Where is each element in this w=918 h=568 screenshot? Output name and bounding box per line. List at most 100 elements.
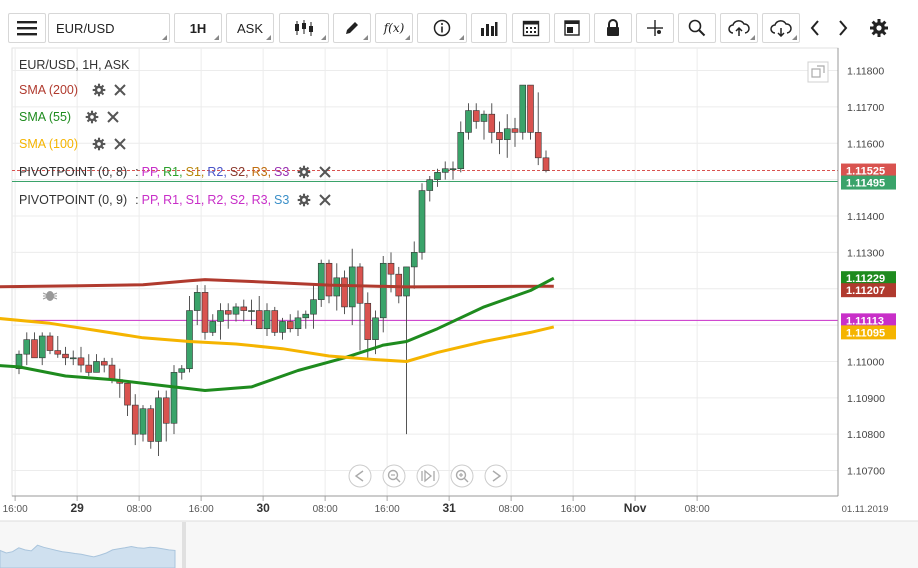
candle bbox=[85, 354, 93, 376]
expand-icon[interactable] bbox=[807, 61, 829, 83]
template-button[interactable] bbox=[554, 13, 590, 43]
zoom-out-button[interactable] bbox=[382, 464, 406, 488]
price-badge-label: 1.11207 bbox=[846, 285, 885, 297]
candle-body bbox=[457, 132, 465, 170]
candle-body bbox=[364, 302, 372, 340]
volume-button[interactable] bbox=[471, 13, 507, 43]
sma-100-label[interactable]: SMA (100) bbox=[19, 137, 78, 151]
candle bbox=[542, 150, 550, 173]
pivot-level-label: R1, bbox=[163, 193, 183, 207]
price-badge: 1.11525 bbox=[841, 163, 896, 178]
y-tick-label: 1.11600 bbox=[847, 138, 884, 150]
candle bbox=[279, 317, 286, 340]
scroll-left-button[interactable] bbox=[802, 13, 828, 43]
candle-body bbox=[240, 306, 248, 311]
candlestick-icon bbox=[295, 20, 313, 36]
pivot-level-label: S3 bbox=[274, 193, 290, 207]
candle bbox=[511, 117, 519, 147]
pivot-9-settings-gear-icon[interactable] bbox=[297, 193, 311, 207]
crosshair-button[interactable] bbox=[636, 13, 674, 43]
candle bbox=[248, 299, 255, 326]
chevron-left-icon bbox=[810, 20, 819, 36]
sma-100-remove-close-icon[interactable] bbox=[114, 138, 126, 150]
interval-selector[interactable]: 1H bbox=[174, 13, 222, 43]
sma-200-settings-gear-icon[interactable] bbox=[92, 83, 106, 97]
pivot-8-settings-gear-icon[interactable] bbox=[297, 165, 311, 179]
zoom-in-button[interactable] bbox=[450, 464, 474, 488]
candle-body bbox=[255, 310, 263, 330]
pivot-level-label: R1, bbox=[163, 165, 183, 179]
bug-icon[interactable] bbox=[42, 291, 58, 301]
sma-55-label[interactable]: SMA (55) bbox=[19, 110, 71, 124]
settings-button[interactable] bbox=[864, 13, 894, 43]
drawing-tools-button[interactable] bbox=[333, 13, 371, 43]
candle bbox=[240, 299, 248, 322]
template-icon bbox=[564, 20, 580, 36]
candle-body bbox=[279, 321, 286, 333]
y-tick-label: 1.11700 bbox=[847, 102, 884, 114]
y-tick-label: 1.11000 bbox=[847, 356, 884, 368]
pivot-9-label[interactable]: PIVOTPOINT (0, 9) bbox=[19, 193, 127, 207]
price-chart[interactable]: 1.107001.108001.109001.110001.111001.112… bbox=[0, 44, 918, 568]
x-tick-label: 16:00 bbox=[3, 504, 28, 515]
sma-200-remove-close-icon[interactable] bbox=[114, 84, 126, 96]
candle bbox=[178, 365, 186, 380]
sma-200-label[interactable]: SMA (200) bbox=[19, 83, 78, 97]
sma-lines bbox=[0, 276, 555, 392]
pivot-9-remove-close-icon[interactable] bbox=[319, 194, 332, 206]
cloud-upload-button[interactable] bbox=[720, 13, 758, 43]
price-side-selector[interactable]: ASK bbox=[226, 13, 274, 43]
zoom-button[interactable] bbox=[678, 13, 716, 43]
price-badge: 1.11095 bbox=[841, 325, 896, 340]
candle bbox=[263, 303, 271, 336]
sma-100-settings-gear-icon[interactable] bbox=[92, 137, 106, 151]
candle-body bbox=[441, 168, 449, 173]
price-badge: 1.11495 bbox=[841, 175, 896, 190]
calendar-button[interactable] bbox=[512, 13, 550, 43]
dropdown-corner-icon bbox=[214, 35, 219, 40]
candle-body bbox=[395, 273, 403, 297]
chart-area[interactable]: 1.107001.108001.109001.110001.111001.112… bbox=[0, 44, 918, 568]
reset-view-button[interactable] bbox=[416, 464, 440, 488]
candle-body bbox=[426, 179, 434, 191]
scroll-right-button[interactable] bbox=[830, 13, 856, 43]
pivot-level-label: R3, bbox=[251, 165, 272, 179]
candle bbox=[217, 303, 224, 340]
navigator[interactable] bbox=[0, 520, 918, 568]
sma-55-remove-close-icon[interactable] bbox=[107, 111, 119, 123]
candle-body bbox=[263, 310, 271, 330]
x-tick-label: 08:00 bbox=[127, 504, 152, 515]
info-button[interactable] bbox=[417, 13, 467, 43]
candle-body bbox=[147, 408, 155, 442]
cloud-download-button[interactable] bbox=[762, 13, 800, 43]
symbol-label: EUR/USD bbox=[56, 20, 115, 36]
candle bbox=[155, 390, 162, 456]
candle bbox=[333, 263, 341, 311]
candle-body bbox=[131, 404, 139, 435]
indicators-button[interactable]: f(x) bbox=[375, 13, 413, 43]
candle-body bbox=[294, 317, 302, 330]
candle bbox=[426, 176, 434, 202]
sma-55-settings-gear-icon[interactable] bbox=[85, 110, 99, 124]
candle-body bbox=[155, 397, 162, 442]
candle bbox=[139, 405, 147, 442]
crosshair-icon bbox=[647, 20, 663, 36]
pivot-8-remove-close-icon[interactable] bbox=[319, 166, 332, 178]
scroll-forward-button[interactable] bbox=[484, 464, 508, 488]
candle-body bbox=[488, 113, 496, 133]
dropdown-corner-icon bbox=[750, 35, 755, 40]
candle bbox=[488, 103, 496, 144]
magnifier-icon bbox=[688, 19, 706, 37]
x-tick-label: 08:00 bbox=[499, 504, 524, 515]
candle-body bbox=[108, 364, 116, 380]
lock-button[interactable] bbox=[594, 13, 632, 43]
scroll-back-button[interactable] bbox=[348, 464, 372, 488]
pivot-8-label[interactable]: PIVOTPOINT (0, 8) bbox=[19, 165, 127, 179]
menu-button[interactable] bbox=[8, 13, 46, 43]
chart-type-button[interactable] bbox=[279, 13, 329, 43]
legend-pivotpoint-8: PIVOTPOINT (0, 8) : PP, R1, S1, R2, S2, R3, S3 bbox=[19, 165, 332, 179]
candle-body bbox=[100, 361, 108, 366]
candle-body bbox=[69, 357, 77, 360]
symbol-selector[interactable]: EUR/USD bbox=[48, 13, 170, 43]
candle bbox=[341, 270, 348, 315]
